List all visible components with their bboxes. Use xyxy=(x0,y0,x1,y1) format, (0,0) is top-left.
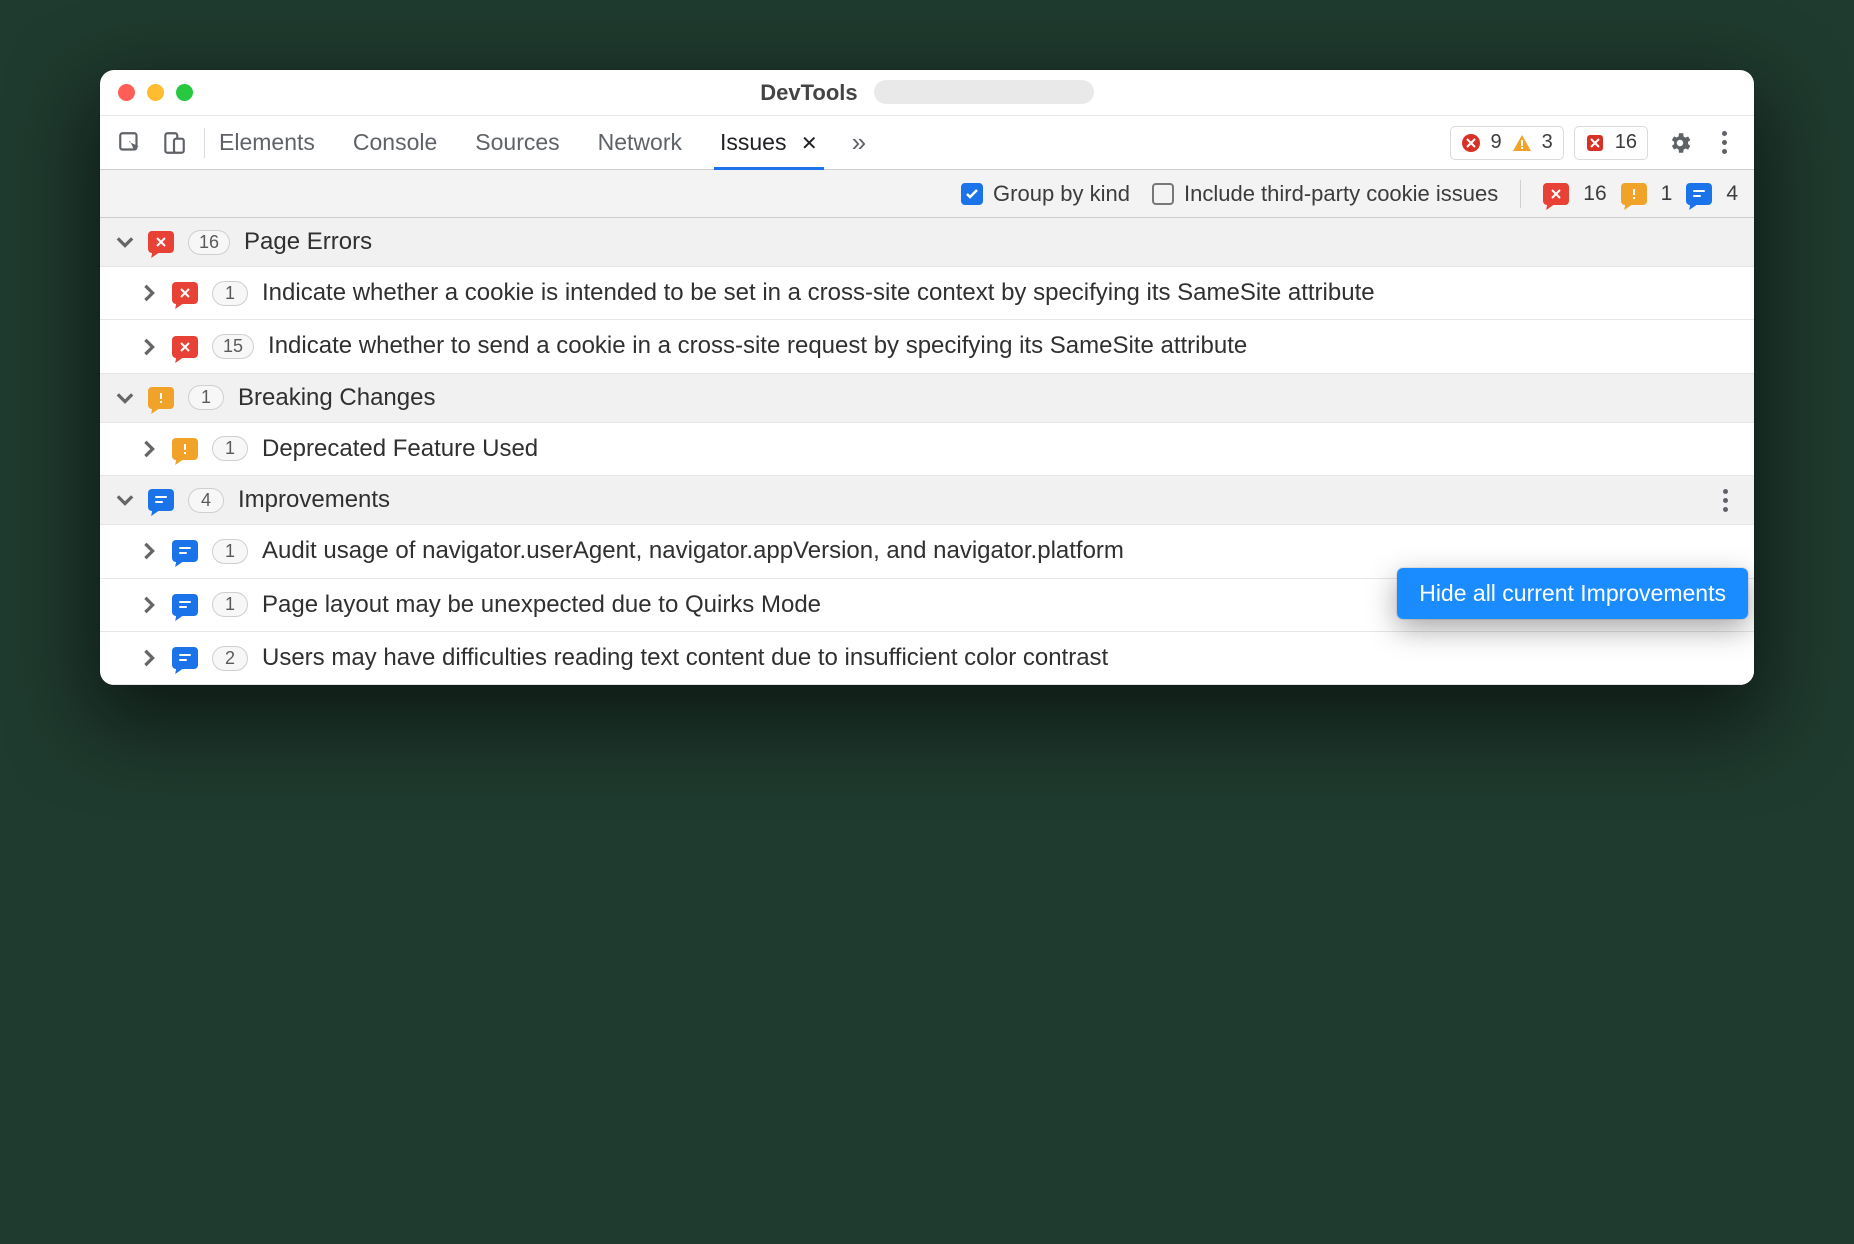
options-divider xyxy=(1520,180,1521,208)
warning-bubble-icon xyxy=(1621,183,1647,205)
checkbox-checked-icon xyxy=(961,183,983,205)
disclosure-closed-icon xyxy=(140,440,158,458)
main-toolbar: Elements Console Sources Network Issues … xyxy=(100,116,1754,170)
group-title: Improvements xyxy=(238,486,390,514)
tab-console[interactable]: Console xyxy=(349,117,441,168)
tab-sources[interactable]: Sources xyxy=(471,117,563,168)
info-bubble-icon xyxy=(172,594,198,616)
info-bubble-icon xyxy=(172,647,198,669)
window-title-text: DevTools xyxy=(760,80,857,105)
issue-counts: 16 1 4 xyxy=(1543,182,1738,206)
info-issues-count: 4 xyxy=(1726,182,1738,206)
blocked-chip[interactable]: 16 xyxy=(1574,126,1648,160)
issue-count: 15 xyxy=(212,334,254,359)
issue-count: 1 xyxy=(212,539,248,564)
issue-count: 2 xyxy=(212,646,248,671)
device-toolbar-icon[interactable] xyxy=(154,123,194,163)
issue-text: Indicate whether a cookie is intended to… xyxy=(262,277,1738,309)
issue-count: 1 xyxy=(212,436,248,461)
window-title: DevTools xyxy=(100,80,1754,106)
third-party-label: Include third-party cookie issues xyxy=(1184,181,1498,207)
blocked-count: 16 xyxy=(1615,131,1637,154)
panel-tabs: Elements Console Sources Network Issues … xyxy=(215,117,1446,168)
group-header-breaking-changes[interactable]: 1 Breaking Changes xyxy=(100,374,1754,423)
issue-count: 1 xyxy=(212,281,248,306)
kebab-icon xyxy=(1712,489,1738,512)
warning-issues-count: 1 xyxy=(1661,182,1673,206)
warning-bubble-icon xyxy=(172,438,198,460)
error-issues-count: 16 xyxy=(1583,182,1606,206)
toolbar-divider xyxy=(204,128,205,158)
disclosure-closed-icon xyxy=(140,284,158,302)
issue-text: Deprecated Feature Used xyxy=(262,433,1738,465)
disclosure-closed-icon xyxy=(140,596,158,614)
inspect-element-icon[interactable] xyxy=(110,123,150,163)
third-party-checkbox[interactable]: Include third-party cookie issues xyxy=(1152,181,1498,207)
warning-bubble-icon xyxy=(148,387,174,409)
blocked-icon xyxy=(1585,133,1605,153)
group-count: 16 xyxy=(188,230,230,255)
info-bubble-icon xyxy=(1686,183,1712,205)
tab-issues[interactable]: Issues ✕ xyxy=(716,117,822,168)
error-icon xyxy=(1461,133,1481,153)
issue-text: Indicate whether to send a cookie in a c… xyxy=(268,330,1738,362)
hide-improvements-item[interactable]: Hide all current Improvements xyxy=(1397,568,1748,619)
status-chips: 9 3 16 xyxy=(1450,126,1649,160)
window-title-url xyxy=(874,80,1094,104)
group-by-kind-label: Group by kind xyxy=(993,181,1130,207)
settings-button[interactable] xyxy=(1660,123,1700,163)
issue-count: 1 xyxy=(212,592,248,617)
warning-count: 3 xyxy=(1542,131,1553,154)
error-bubble-icon xyxy=(172,336,198,358)
checkbox-unchecked-icon xyxy=(1152,183,1174,205)
more-options-button[interactable] xyxy=(1704,123,1744,163)
issues-panel: 16 Page Errors 1 Indicate whether a cook… xyxy=(100,218,1754,685)
errors-warnings-chip[interactable]: 9 3 xyxy=(1450,126,1564,160)
disclosure-closed-icon xyxy=(140,542,158,560)
disclosure-open-icon xyxy=(116,389,134,407)
group-title: Page Errors xyxy=(244,228,372,256)
context-menu: Hide all current Improvements xyxy=(1397,568,1748,619)
disclosure-closed-icon xyxy=(140,649,158,667)
close-icon[interactable]: ✕ xyxy=(801,133,818,155)
error-count: 9 xyxy=(1491,131,1502,154)
issue-row[interactable]: 2 Users may have difficulties reading te… xyxy=(100,632,1754,685)
kebab-icon xyxy=(1711,131,1737,154)
issue-text: Users may have difficulties reading text… xyxy=(262,642,1738,674)
tab-network[interactable]: Network xyxy=(594,117,686,168)
error-bubble-icon xyxy=(172,282,198,304)
issue-row[interactable]: 15 Indicate whether to send a cookie in … xyxy=(100,320,1754,373)
group-count: 4 xyxy=(188,488,224,513)
group-header-page-errors[interactable]: 16 Page Errors xyxy=(100,218,1754,267)
disclosure-open-icon xyxy=(116,491,134,509)
titlebar: DevTools xyxy=(100,70,1754,116)
error-bubble-icon xyxy=(148,231,174,253)
issue-row[interactable]: 1 Indicate whether a cookie is intended … xyxy=(100,267,1754,320)
info-bubble-icon xyxy=(172,540,198,562)
group-count: 1 xyxy=(188,385,224,410)
disclosure-open-icon xyxy=(116,233,134,251)
gear-icon xyxy=(1667,130,1693,156)
issue-row[interactable]: 1 Deprecated Feature Used xyxy=(100,423,1754,476)
group-menu-button[interactable] xyxy=(1712,489,1738,512)
devtools-window: DevTools Elements Console Sources Networ… xyxy=(100,70,1754,685)
group-header-improvements[interactable]: 4 Improvements xyxy=(100,476,1754,525)
more-tabs-button[interactable]: » xyxy=(852,127,864,158)
group-title: Breaking Changes xyxy=(238,384,435,412)
issues-options-bar: Group by kind Include third-party cookie… xyxy=(100,170,1754,218)
group-by-kind-checkbox[interactable]: Group by kind xyxy=(961,181,1130,207)
tab-elements[interactable]: Elements xyxy=(215,117,319,168)
info-bubble-icon xyxy=(148,489,174,511)
error-bubble-icon xyxy=(1543,183,1569,205)
warning-icon xyxy=(1512,133,1532,153)
issue-text: Audit usage of navigator.userAgent, navi… xyxy=(262,535,1738,567)
disclosure-closed-icon xyxy=(140,338,158,356)
